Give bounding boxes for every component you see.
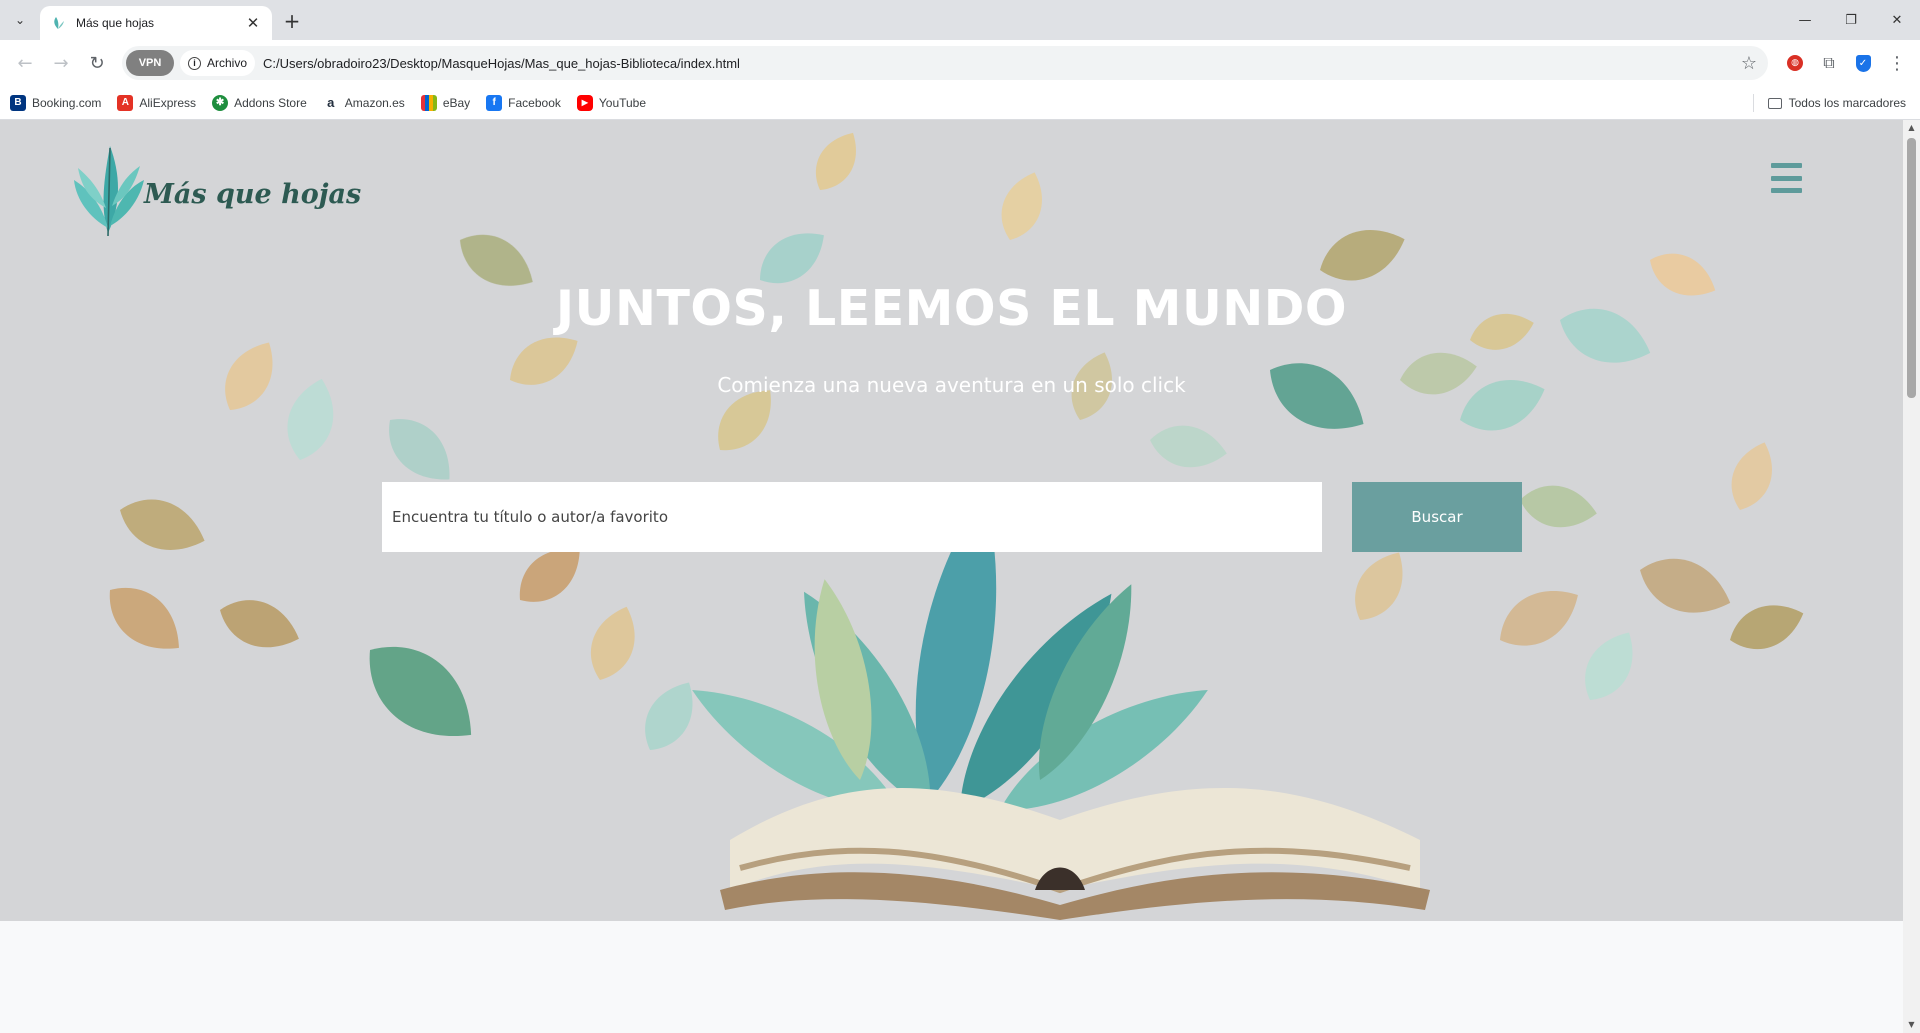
forward-button[interactable]: → [44,46,78,80]
all-bookmarks-label: Todos los marcadores [1788,96,1906,110]
address-bar[interactable]: VPN i Archivo C:/Users/obradoiro23/Deskt… [122,46,1768,80]
youtube-icon: ▶ [576,94,593,111]
vpn-button[interactable]: VPN [126,50,174,76]
folder-icon [1767,97,1782,109]
hero-subtitle: Comienza una nueva aventura en un solo c… [717,373,1186,397]
extension-shield-button[interactable]: ✓ [1848,48,1878,78]
shield-icon: ✓ [1855,54,1871,72]
minimize-button[interactable]: — [1782,0,1828,40]
menu-bar [1771,163,1802,168]
bookmark-star-icon[interactable]: ☆ [1734,53,1764,74]
close-window-button[interactable]: ✕ [1874,0,1920,40]
search-button[interactable]: Buscar [1352,482,1522,552]
extensions-button[interactable]: ⧉ [1814,48,1844,78]
chevron-down-icon: ⌄ [14,13,26,27]
ebay-icon [420,94,437,111]
reload-button[interactable]: ↻ [80,46,114,80]
logo-text: Más que hojas [144,178,362,210]
page-viewport: Más que hojas JUNTOS, LEEMOS EL MUNDO Co… [0,120,1920,1033]
bookmark-facebook[interactable]: f Facebook [486,94,561,111]
addons-store-icon: ✱ [212,94,229,111]
window-controls: — ❐ ✕ [1782,0,1920,40]
tab-strip: ⌄ Más que hojas ✕ + — ❐ ✕ [0,0,1920,40]
menu-bar [1771,188,1802,193]
restore-button[interactable]: ❐ [1828,0,1874,40]
back-button[interactable]: ← [8,46,42,80]
bookmarks-bar: B Booking.com A AliExpress ✱ Addons Stor… [0,86,1920,120]
tab-search-button[interactable]: ⌄ [8,8,32,32]
scroll-down-arrow-icon[interactable]: ▼ [1907,1020,1916,1030]
bookmark-aliexpress[interactable]: A AliExpress [117,94,197,111]
arrow-right-icon: → [53,52,69,74]
browser-toolbar: ← → ↻ VPN i Archivo C:/Users/obradoiro23… [0,40,1920,86]
leaf-favicon-icon [54,17,64,29]
bookmark-amazon[interactable]: a Amazon.es [322,94,405,111]
scroll-thumb[interactable] [1907,138,1916,398]
divider [1752,94,1754,112]
site-info-chip[interactable]: i Archivo [180,50,256,76]
open-book [720,787,1430,920]
arrow-left-icon: ← [17,52,33,74]
bookmark-label: Addons Store [234,95,307,110]
new-tab-button[interactable]: + [280,9,304,33]
amazon-icon: a [322,94,339,111]
bookmark-label: AliExpress [139,95,197,110]
bookmark-label: YouTube [598,95,647,110]
reload-icon: ↻ [89,52,105,74]
booking-icon: B [10,94,26,111]
bookmark-label: Amazon.es [344,95,405,110]
tab-title: Más que hojas [76,16,155,30]
kebab-menu-icon: ⋮ [1888,52,1906,74]
info-icon: i [188,56,201,70]
bookmark-label: Facebook [508,95,561,110]
site-info-label: Archivo [207,56,248,70]
bookmark-ebay[interactable]: eBay [420,94,471,111]
browser-menu-button[interactable]: ⋮ [1882,48,1912,78]
hamburger-menu-icon[interactable] [1771,163,1802,193]
bookmark-addons-store[interactable]: ✱ Addons Store [212,94,307,111]
hero-section: Más que hojas JUNTOS, LEEMOS EL MUNDO Co… [0,120,1903,921]
site-logo[interactable]: Más que hojas [70,138,361,238]
scroll-up-arrow-icon[interactable]: ▲ [1907,123,1916,133]
active-tab[interactable]: Más que hojas ✕ [40,6,272,40]
extension-red-button[interactable]: ◍ [1780,48,1810,78]
url-text[interactable]: C:/Users/obradoiro23/Desktop/MasqueHojas… [263,56,1734,71]
close-tab-icon[interactable]: ✕ [244,14,262,32]
adblock-icon: ◍ [1787,55,1803,71]
bookmark-booking[interactable]: B Booking.com [10,94,102,111]
bookmark-label: eBay [442,95,471,110]
bookmark-youtube[interactable]: ▶ YouTube [576,94,647,111]
puzzle-icon: ⧉ [1823,53,1835,72]
leaf-logo-icon [74,146,144,237]
aliexpress-icon: A [117,94,134,111]
page-scrollbar[interactable]: ▲ ▼ [1903,120,1920,1033]
search-input[interactable] [382,482,1322,552]
facebook-icon: f [486,94,503,111]
menu-bar [1771,175,1802,181]
hero-title: JUNTOS, LEEMOS EL MUNDO [555,280,1348,337]
bookmark-label: Booking.com [32,95,102,110]
all-bookmarks-button[interactable]: Todos los marcadores [1752,86,1906,120]
